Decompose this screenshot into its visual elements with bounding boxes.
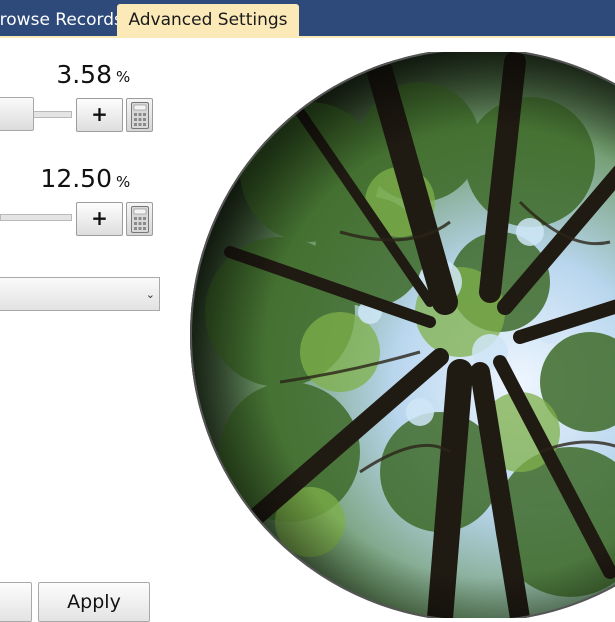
tab-advanced-settings[interactable]: Advanced Settings bbox=[117, 4, 299, 38]
tab-underline bbox=[0, 36, 615, 38]
setting2-slider-track[interactable] bbox=[0, 214, 72, 221]
cancel-button[interactable] bbox=[0, 582, 32, 622]
setting2-value: 12.50 bbox=[40, 164, 112, 193]
calculator-icon bbox=[131, 102, 149, 129]
apply-button[interactable]: Apply bbox=[38, 582, 150, 622]
canopy-photo bbox=[190, 48, 615, 622]
setting2-calculator-button[interactable] bbox=[126, 202, 153, 236]
setting2-increment-button[interactable]: + bbox=[76, 202, 123, 236]
options-dropdown[interactable]: ⌄ bbox=[0, 277, 160, 311]
setting1-slider-thumb[interactable] bbox=[0, 97, 34, 131]
setting2-unit: % bbox=[116, 173, 131, 191]
chevron-down-icon: ⌄ bbox=[145, 288, 155, 301]
setting1-value: 3.58 bbox=[56, 60, 112, 89]
calculator-icon bbox=[131, 206, 149, 233]
setting1-unit: % bbox=[116, 68, 131, 86]
tab-browse-records[interactable]: Browse Records bbox=[0, 4, 123, 38]
setting1-increment-button[interactable]: + bbox=[76, 98, 123, 132]
setting1-calculator-button[interactable] bbox=[126, 98, 153, 132]
